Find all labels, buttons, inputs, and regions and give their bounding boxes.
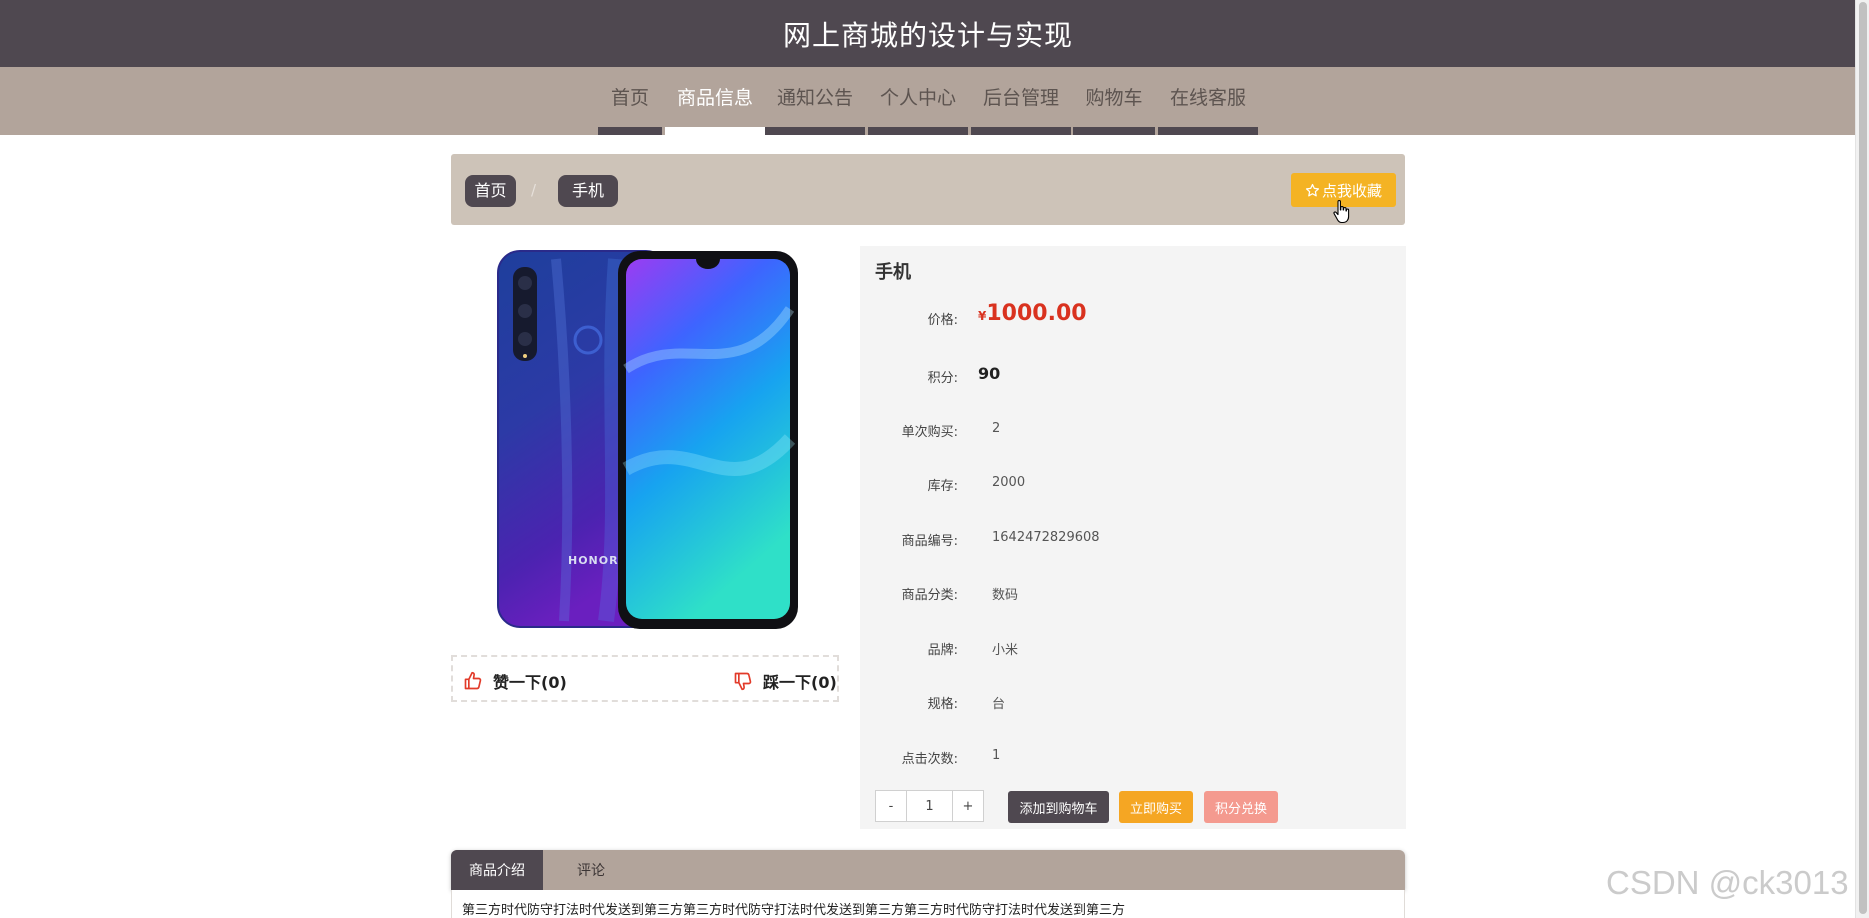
nav-item-label: 首页 (610, 87, 649, 109)
nav-item-profile[interactable]: 个人中心 (868, 67, 968, 135)
points-label: 积分: (927, 371, 958, 386)
quantity-decrement-button[interactable]: - (875, 790, 907, 822)
product-brand-text: HONOR (568, 554, 619, 567)
watermark: CSDN @ck3013 (1606, 864, 1849, 901)
detail-label-stock: 库存: (927, 479, 958, 494)
product-image: HONOR (497, 250, 798, 629)
breadcrumb: 首页 / 手机 点我收藏 (451, 154, 1405, 225)
nav-item-underline (1158, 127, 1258, 135)
scrollbar-thumb[interactable] (1859, 2, 1867, 914)
breadcrumb-item-category[interactable]: 手机 (558, 175, 618, 207)
breadcrumb-separator: / (531, 181, 537, 199)
nav-item-label: 商品信息 (676, 87, 753, 109)
product-points: 90 (978, 364, 1001, 383)
description-text: 第三方时代防守打法时代发送到第三方第三方时代防守打法时代发送到第三方第三方时代防… (462, 903, 1126, 918)
nav-item-home[interactable]: 首页 (598, 67, 662, 135)
tab-comments[interactable]: 评论 (543, 850, 639, 890)
nav-item-underline (971, 127, 1071, 135)
quantity-stepper: - 1 + (875, 790, 984, 822)
detail-label-spec: 规格: (927, 697, 958, 712)
nav-item-label: 在线客服 (1169, 87, 1246, 109)
nav-item-products[interactable]: 商品信息 (665, 67, 765, 135)
price-amount: 1000.00 (986, 301, 1087, 326)
nav-item-label: 个人中心 (879, 87, 956, 109)
vote-bar: 赞一下(0) 踩一下(0) (451, 655, 839, 702)
page-scrollbar[interactable] (1855, 0, 1869, 918)
detail-label-product-id: 商品编号: (901, 534, 958, 549)
nav-item-label: 后台管理 (982, 87, 1059, 109)
product-price: ¥1000.00 (978, 301, 1087, 326)
site-header: 网上商城的设计与实现 (0, 0, 1856, 67)
buy-now-button[interactable]: 立即购买 (1119, 791, 1193, 823)
product-name: 手机 (875, 262, 911, 283)
breadcrumb-item-home[interactable]: 首页 (465, 175, 516, 207)
nav-item-underline (765, 127, 865, 135)
nav-item-underline (868, 127, 968, 135)
nav-item-notices[interactable]: 通知公告 (765, 67, 865, 135)
nav-item-label: 通知公告 (776, 87, 853, 109)
tab-description[interactable]: 商品介绍 (451, 850, 543, 890)
detail-value-spec: 台 (992, 697, 1006, 712)
star-outline-icon (1305, 183, 1320, 196)
product-tabs: 商品介绍 评论 (451, 850, 1405, 890)
nav-item-underline (1073, 127, 1155, 135)
like-label: 赞一下(0) (493, 673, 567, 692)
main-nav: 首页 商品信息 通知公告 个人中心 后台管理 购物车 在线客服 (0, 67, 1856, 135)
thumbs-down-icon (734, 672, 752, 691)
detail-value-category: 数码 (992, 588, 1019, 603)
points-exchange-button[interactable]: 积分兑换 (1204, 791, 1278, 823)
hand-pointer-icon (1333, 200, 1350, 224)
nav-item-underline (598, 127, 662, 135)
detail-value-stock: 2000 (992, 475, 1026, 490)
quantity-increment-button[interactable]: + (952, 790, 984, 822)
nav-item-support[interactable]: 在线客服 (1158, 67, 1258, 135)
thumbs-up-icon (464, 671, 482, 690)
like-button[interactable]: 赞一下(0) (463, 669, 567, 693)
dislike-button[interactable]: 踩一下(0) (733, 669, 837, 693)
detail-label-category: 商品分类: (901, 588, 958, 603)
detail-value-brand: 小米 (992, 643, 1019, 658)
nav-item-label: 购物车 (1085, 87, 1143, 109)
add-to-cart-button[interactable]: 添加到购物车 (1008, 791, 1109, 823)
detail-value-purchase-limit: 2 (992, 421, 1001, 436)
nav-item-admin[interactable]: 后台管理 (971, 67, 1071, 135)
nav-item-cart[interactable]: 购物车 (1073, 67, 1155, 135)
detail-label-brand: 品牌: (927, 643, 958, 658)
product-info-panel: 手机 价格: ¥1000.00 积分: 90 单次购买: 2 库存: 2000 … (860, 246, 1406, 829)
quantity-input[interactable]: 1 (907, 790, 952, 822)
detail-value-clicks: 1 (992, 748, 1001, 763)
price-label: 价格: (927, 313, 958, 328)
detail-label-purchase-limit: 单次购买: (901, 425, 958, 440)
nav-item-underline (665, 127, 765, 135)
site-title: 网上商城的设计与实现 (782, 18, 1073, 52)
favorite-button-label: 点我收藏 (1321, 181, 1382, 200)
detail-label-clicks: 点击次数: (901, 752, 958, 767)
description-panel: 第三方时代防守打法时代发送到第三方第三方时代防守打法时代发送到第三方第三方时代防… (451, 890, 1405, 918)
detail-value-product-id: 1642472829608 (992, 530, 1100, 545)
dislike-label: 踩一下(0) (763, 673, 837, 692)
